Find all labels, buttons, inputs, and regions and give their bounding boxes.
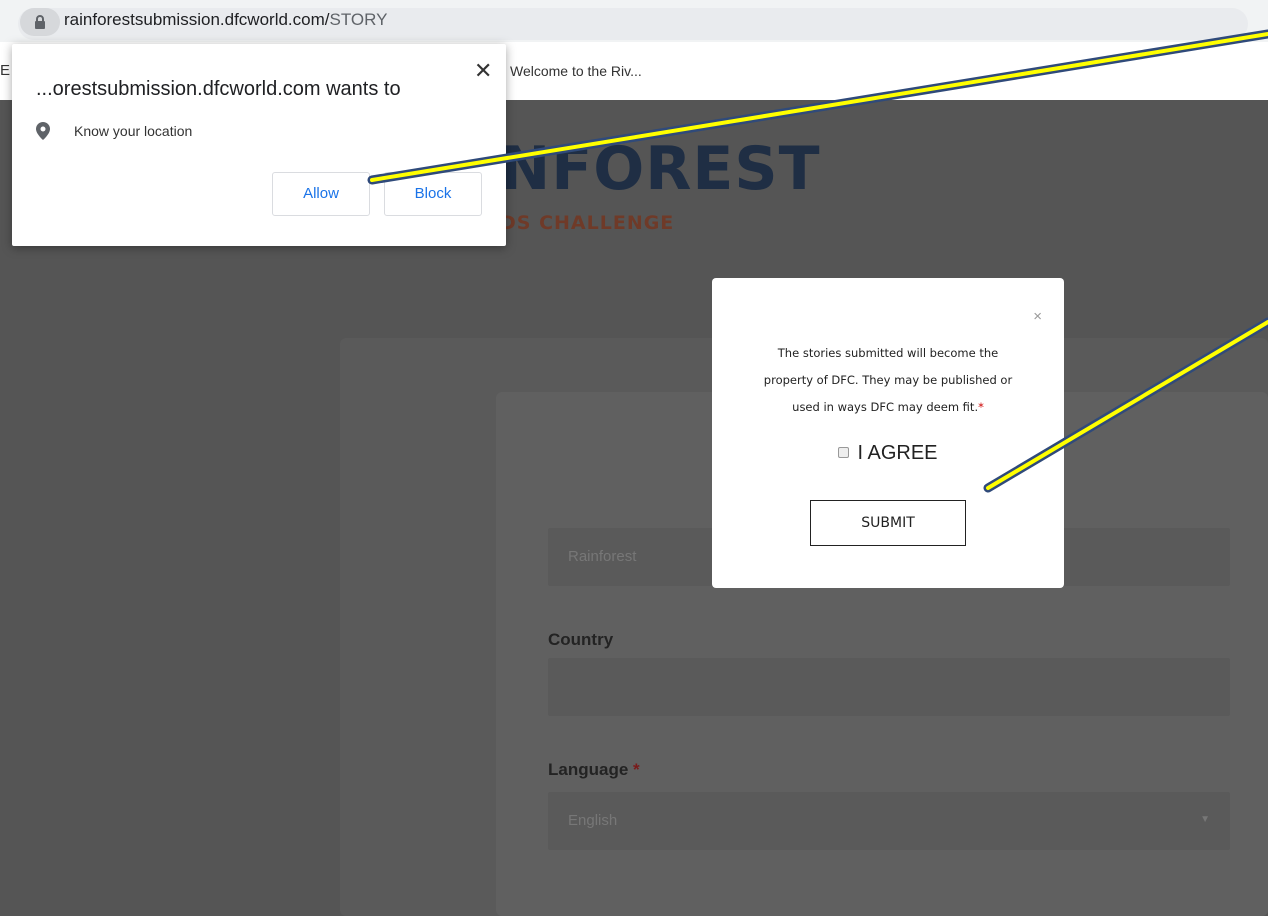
logo-subtitle: DS CHALLENGE	[500, 212, 675, 234]
terms-line: The stories submitted will become the	[777, 346, 999, 360]
submit-button[interactable]: SUBMIT	[810, 500, 966, 546]
terms-modal: × The stories submitted will become the …	[712, 278, 1064, 588]
agree-row[interactable]: I AGREE	[712, 442, 1064, 465]
agree-label[interactable]: I AGREE	[857, 442, 937, 464]
terms-text: The stories submitted will become the pr…	[712, 340, 1064, 421]
permission-description: Know your location	[74, 123, 193, 139]
location-pin-icon	[36, 122, 50, 140]
required-mark: *	[978, 400, 984, 414]
country-field[interactable]	[548, 658, 1230, 716]
url-host: rainforestsubmission.dfcworld.com/	[64, 10, 330, 29]
url-path: STORY	[329, 10, 388, 29]
required-mark: *	[633, 760, 640, 779]
terms-line-text: used in ways DFC may deem fit.	[792, 400, 979, 414]
language-label: Language *	[548, 760, 640, 780]
terms-line: used in ways DFC may deem fit.*	[712, 394, 1064, 421]
language-select-value: English	[568, 812, 618, 829]
country-label: Country	[548, 630, 614, 649]
bookmark-item[interactable]: E	[0, 62, 10, 79]
close-icon[interactable]: ✕	[474, 58, 492, 84]
rainforest-logo: NFOREST	[500, 134, 821, 204]
lock-icon	[35, 15, 45, 29]
block-button[interactable]: Block	[384, 172, 482, 216]
browser-address-bar: rainforestsubmission.dfcworld.com/STORY	[0, 0, 1268, 42]
theme-field-value: Rainforest	[568, 548, 637, 565]
site-info-button[interactable]	[20, 8, 60, 36]
bookmark-welcome[interactable]: Welcome to the Riv...	[510, 63, 642, 79]
terms-line: property of DFC. They may be published o…	[763, 373, 1013, 387]
close-icon[interactable]: ×	[1033, 308, 1042, 325]
url-text[interactable]: rainforestsubmission.dfcworld.com/STORY	[64, 10, 387, 30]
language-select[interactable]: English ▼	[548, 792, 1230, 850]
permission-title: ...orestsubmission.dfcworld.com wants to	[36, 78, 401, 100]
allow-button[interactable]: Allow	[272, 172, 370, 216]
chevron-down-icon: ▼	[1200, 814, 1210, 825]
agree-checkbox[interactable]	[838, 446, 850, 458]
location-permission-popup: ✕ ...orestsubmission.dfcworld.com wants …	[12, 44, 506, 246]
language-label-text: Language	[548, 760, 629, 779]
